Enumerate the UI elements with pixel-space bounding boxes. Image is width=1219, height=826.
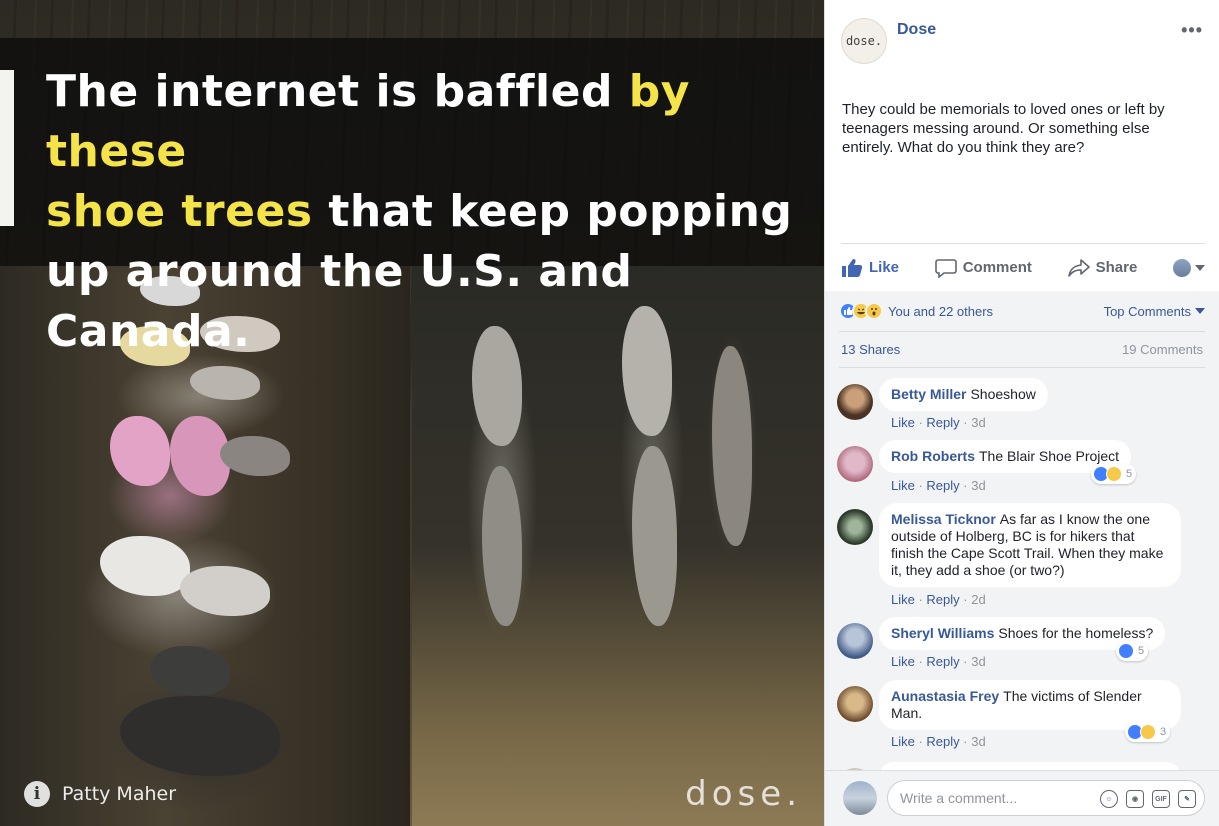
comment-timestamp[interactable]: 2d <box>971 592 985 607</box>
commenter-avatar[interactable] <box>837 686 873 722</box>
commenter-avatar[interactable] <box>837 446 873 482</box>
post-header: dose. Dose ••• <box>841 18 1207 68</box>
headline-highlight-2: shoe trees <box>46 186 313 237</box>
comment-author-link[interactable]: Aunastasia Frey <box>891 688 999 704</box>
photographer-name: Patty Maher <box>62 783 177 805</box>
comment-composer: Write a comment... ☺ ◉ GIF ✎ <box>825 770 1219 826</box>
comment-timestamp[interactable]: 3d <box>971 415 985 430</box>
comment-like-link[interactable]: Like <box>891 654 915 669</box>
comment-reply-link[interactable]: Reply <box>926 415 959 430</box>
like-reaction-icon <box>1118 643 1134 659</box>
comment-meta: Like · Reply · 3d <box>891 654 986 669</box>
comment-like-link[interactable]: Like <box>891 734 915 749</box>
banner-accent-bar <box>0 70 14 226</box>
comment-timestamp[interactable]: 3d <box>971 734 985 749</box>
current-user-avatar <box>843 781 877 815</box>
composer-tools: ☺ ◉ GIF ✎ <box>1092 790 1196 808</box>
top-comments-dropdown[interactable]: Top Comments <box>1104 304 1205 319</box>
photo-credit: i Patty Maher <box>24 781 176 807</box>
comment-timestamp[interactable]: 3d <box>971 654 985 669</box>
more-options-icon[interactable]: ••• <box>1181 20 1203 41</box>
comment-meta: Like · Reply · 3d <box>891 415 986 430</box>
commenter-avatar[interactable] <box>837 384 873 420</box>
comment-reactions[interactable]: 5 <box>1091 464 1137 484</box>
facebook-photo-viewer: The internet is baffled by these shoe tre… <box>0 0 1219 826</box>
comment-reaction-count: 5 <box>1126 468 1133 480</box>
gif-icon[interactable]: GIF <box>1152 790 1170 808</box>
audience-selector[interactable] <box>1173 258 1205 277</box>
comment-text: Shoes for the homeless? <box>998 625 1154 641</box>
wow-reaction-icon <box>865 302 883 320</box>
post-caption: They could be memorials to loved ones or… <box>842 101 1165 156</box>
share-button[interactable]: Share <box>1067 258 1138 278</box>
comment-like-link[interactable]: Like <box>891 592 915 607</box>
comment-reply-link[interactable]: Reply <box>926 734 959 749</box>
stats-row: 13 Shares 19 Comments <box>841 342 1203 357</box>
camera-icon[interactable]: ◉ <box>1126 790 1144 808</box>
comment-text: Shoeshow <box>970 386 1036 402</box>
like-label: Like <box>869 259 900 276</box>
sticker-icon[interactable]: ✎ <box>1178 790 1196 808</box>
comment-list: Betty Miller Shoeshow Like · Reply · 3d R… <box>825 372 1219 770</box>
comment-author-link[interactable]: Melissa Ticknor <box>891 511 996 527</box>
like-button[interactable]: Like <box>841 258 899 278</box>
headline-text-1: The internet is baffled <box>46 66 629 117</box>
comment-button[interactable]: Comment <box>934 258 1032 278</box>
info-icon[interactable]: i <box>24 781 50 807</box>
sort-label: Top Comments <box>1103 303 1191 319</box>
comment-label: Comment <box>962 259 1032 276</box>
commenter-avatar[interactable] <box>837 509 873 545</box>
share-label: Share <box>1095 259 1138 276</box>
comment-author-link[interactable]: Betty Miller <box>891 386 966 402</box>
comment-reply-link[interactable]: Reply <box>926 592 959 607</box>
share-arrow-icon <box>1067 258 1090 277</box>
divider <box>839 331 1205 332</box>
chevron-down-icon <box>1195 264 1205 271</box>
commenter-avatar[interactable] <box>837 623 873 659</box>
reaction-summary[interactable]: You and 22 others <box>839 302 993 320</box>
post-photo[interactable]: The internet is baffled by these shoe tre… <box>0 0 824 826</box>
user-avatar-small <box>1173 258 1191 277</box>
chevron-down-icon <box>1195 308 1205 314</box>
comment-text: The Blair Shoe Project <box>979 448 1120 464</box>
comment-bubble-icon <box>934 258 957 278</box>
emoji-icon[interactable]: ☺ <box>1100 790 1118 808</box>
comment-reactions[interactable]: 5 <box>1116 641 1149 661</box>
comments-count: 19 Comments <box>1122 342 1203 357</box>
post-actions-bar: Like Comment Share <box>841 243 1205 291</box>
thumbs-up-icon <box>842 258 863 277</box>
haha-reaction-icon <box>1106 466 1122 482</box>
comment-bubble: Melissa Ticknor As far as I know the one … <box>879 503 1181 587</box>
comment-reply-link[interactable]: Reply <box>926 654 959 669</box>
divider <box>839 367 1205 368</box>
reactions-row: You and 22 others Top Comments <box>839 300 1205 322</box>
comment-meta: Like · Reply · 3d <box>891 734 986 749</box>
photo-headline: The internet is baffled by these shoe tre… <box>46 62 806 362</box>
reaction-count-text[interactable]: You and 22 others <box>888 304 993 319</box>
comment-timestamp[interactable]: 3d <box>971 478 985 493</box>
comment-meta: Like · Reply · 3d <box>891 478 986 493</box>
page-avatar[interactable]: dose. <box>841 18 887 64</box>
comment-reply-link[interactable]: Reply <box>926 478 959 493</box>
comment-author-link[interactable]: Rob Roberts <box>891 448 975 464</box>
comment-reaction-count: 5 <box>1138 645 1145 657</box>
comment-reaction-count: 3 <box>1160 726 1167 738</box>
comment-reactions[interactable]: 3 <box>1125 722 1171 742</box>
comment-bubble <box>879 762 1181 770</box>
post-sidebar: dose. Dose ••• They could be memorials t… <box>824 0 1219 826</box>
comment-like-link[interactable]: Like <box>891 415 915 430</box>
shares-count-link[interactable]: 13 Shares <box>841 342 900 357</box>
comment-like-link[interactable]: Like <box>891 478 915 493</box>
comment-bubble: Betty Miller Shoeshow <box>879 378 1048 411</box>
page-name-link[interactable]: Dose <box>897 21 936 39</box>
haha-reaction-icon <box>1140 724 1156 740</box>
comment-author-link[interactable]: Sheryl Williams <box>891 625 994 641</box>
comment-meta: Like · Reply · 2d <box>891 592 986 607</box>
dose-watermark: dose. <box>685 774 802 814</box>
